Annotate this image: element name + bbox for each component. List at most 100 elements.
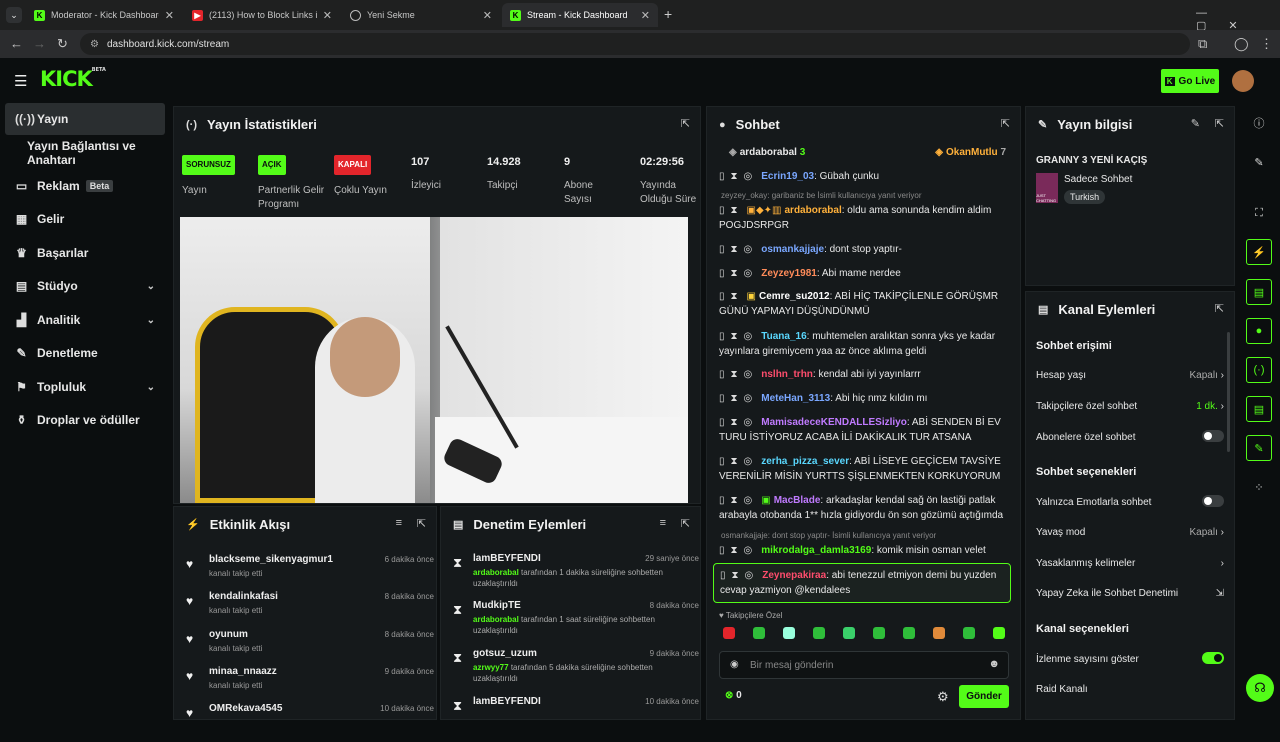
mod-tools-icon[interactable]: ▯⧗◎ xyxy=(719,244,758,255)
toggle-switch[interactable] xyxy=(1202,652,1224,664)
sidebar-item-gelir[interactable]: ▦ Gelir xyxy=(5,203,165,235)
mod-tools-icon[interactable]: ▯⧗◎ xyxy=(719,495,758,506)
setting-account-age[interactable]: Hesap yaşı Kapalı › xyxy=(1036,370,1224,381)
expand-icon[interactable]: ⇱ xyxy=(417,517,426,530)
sidebar-item-reklam[interactable]: ▭ Reklam Beta xyxy=(5,170,165,202)
filter-icon[interactable]: ≡ xyxy=(660,517,666,529)
list-item: ♥ oyunum kanalı takip etti 8 dakika önce xyxy=(186,629,434,653)
hamburger-menu-icon[interactable]: ☰ xyxy=(14,72,27,90)
document-icon[interactable]: ▤ xyxy=(1246,279,1272,305)
setting-raid-channel[interactable]: Raid Kanalı xyxy=(1036,684,1224,695)
chat-input[interactable]: ◉ Bir mesaj gönderin ☻ xyxy=(719,651,1009,679)
layout-icon[interactable]: ⁘ xyxy=(1246,474,1272,500)
tab-close-icon[interactable]: ✕ xyxy=(323,9,332,22)
go-live-button[interactable]: K Go Live xyxy=(1161,69,1219,93)
browser-tab[interactable]: K Moderator - Kick Dashboard ✕ xyxy=(26,3,182,27)
sidebar-item-studyo[interactable]: ▤ Stüdyo ⌄ xyxy=(5,270,165,302)
mod-tools-icon[interactable]: ▯⧗ xyxy=(719,205,744,216)
settings-gear-icon[interactable]: ⚙ xyxy=(937,689,949,705)
browser-tab[interactable]: Yeni Sekme ✕ xyxy=(342,3,500,27)
emote-icon[interactable] xyxy=(843,627,855,639)
browser-tab-active[interactable]: K Stream - Kick Dashboard ✕ xyxy=(502,3,658,27)
tab-search-icon[interactable]: ⌄ xyxy=(6,7,22,23)
emote-icon[interactable] xyxy=(753,627,765,639)
sidebar-item-droplar[interactable]: ⚱ Droplar ve ödüller xyxy=(5,404,165,436)
category-thumbnail[interactable]: JUST CHATTING xyxy=(1036,173,1058,203)
toggle-switch[interactable] xyxy=(1202,495,1224,507)
tab-close-icon[interactable]: ✕ xyxy=(641,9,650,22)
tab-close-icon[interactable]: ✕ xyxy=(483,9,492,22)
sidebar-item-denetleme[interactable]: ✎ Denetleme xyxy=(5,337,165,369)
stream-preview[interactable] xyxy=(180,217,688,503)
sidebar-item-basarilar[interactable]: ♛ Başarılar xyxy=(5,237,165,269)
back-icon[interactable]: ← xyxy=(10,36,23,51)
pinned-user-left[interactable]: ◈ ardaborabal 3 xyxy=(729,147,805,158)
emote-icon[interactable] xyxy=(723,627,735,639)
sidebar-item-topluluk[interactable]: ⚑ Topluluk ⌄ xyxy=(5,371,165,403)
setting-ai-moderation[interactable]: Yapay Zeka ile Sohbet Denetimi ⇲ xyxy=(1036,588,1224,599)
user-avatar[interactable] xyxy=(1232,70,1254,92)
fullscreen-icon[interactable]: ⛶ xyxy=(1246,200,1272,226)
new-tab-button[interactable]: + xyxy=(664,6,672,22)
section-heading: Sohbet erişimi xyxy=(1036,340,1112,352)
emote-icon[interactable] xyxy=(783,627,795,639)
send-button[interactable]: Gönder xyxy=(959,685,1009,708)
mod-tools-icon[interactable]: ▯⧗ xyxy=(719,291,744,302)
reload-icon[interactable]: ↻ xyxy=(57,36,68,52)
tab-close-icon[interactable]: ✕ xyxy=(165,9,174,22)
expand-icon[interactable]: ⇱ xyxy=(1215,302,1224,315)
lightning-icon[interactable]: ⚡ xyxy=(1246,239,1272,265)
profile-icon[interactable]: ◯ xyxy=(1234,36,1249,52)
kick-logo[interactable]: KICKBETA xyxy=(40,67,106,91)
emote-icon[interactable] xyxy=(933,627,945,639)
info-icon[interactable]: ⓘ xyxy=(1246,110,1272,136)
channel-icon[interactable]: ▤ xyxy=(1246,396,1272,422)
emote-icon[interactable] xyxy=(903,627,915,639)
external-link-icon: ⇲ xyxy=(1215,588,1224,599)
window-controls[interactable]: —▢✕ xyxy=(1196,7,1280,32)
mod-tools-icon[interactable]: ▯⧗◎ xyxy=(719,369,758,380)
mod-tools-icon[interactable]: ▯⧗◎ xyxy=(719,331,758,342)
sidebar-item-stream-key[interactable]: Yayın Bağlantısı ve Anahtarı xyxy=(5,137,173,169)
wrench-icon[interactable]: ✎ xyxy=(1246,435,1272,461)
menu-dots-icon[interactable]: ⋮ xyxy=(1260,36,1273,52)
expand-icon[interactable]: ⇱ xyxy=(1215,117,1224,130)
edit-pencil-icon[interactable]: ✎ xyxy=(1191,117,1200,130)
mod-tools-icon[interactable]: ▯⧗◎ xyxy=(720,570,759,581)
emoji-icon[interactable]: ☻ xyxy=(988,658,1000,670)
mod-tools-icon[interactable]: ▯⧗◎ xyxy=(719,393,758,404)
sidebar-item-analitik[interactable]: ▟ Analitik ⌄ xyxy=(5,304,165,336)
chat-bubble-icon[interactable]: ● xyxy=(1246,318,1272,344)
mod-tools-icon[interactable]: ▯⧗◎ xyxy=(719,171,758,182)
browser-tab[interactable]: ▶ (2113) How to Block Links in Ch ✕ xyxy=(184,3,340,27)
emote-icon[interactable] xyxy=(993,627,1005,639)
expand-icon[interactable]: ⇱ xyxy=(1001,117,1010,130)
filter-icon[interactable]: ≡ xyxy=(396,517,402,529)
expand-icon[interactable]: ⇱ xyxy=(681,117,690,130)
setting-banned-words[interactable]: Yasaklanmış kelimeler › xyxy=(1036,558,1224,569)
sidebar-item-yayin[interactable]: ((·)) Yayın xyxy=(5,103,165,135)
extensions-icon[interactable]: ⧉ xyxy=(1198,36,1207,52)
support-headset-icon[interactable]: ☊ xyxy=(1246,674,1274,702)
address-bar[interactable]: ⚙ dashboard.kick.com/stream xyxy=(80,33,1190,55)
document-icon: ▤ xyxy=(453,519,464,531)
expand-icon[interactable]: ⇱ xyxy=(681,517,690,530)
emote-icon[interactable] xyxy=(813,627,825,639)
mod-tools-icon[interactable]: ▯⧗◎ xyxy=(719,268,758,279)
scrollbar[interactable] xyxy=(1227,332,1230,452)
mod-tools-icon[interactable]: ▯⧗◎ xyxy=(719,417,758,428)
broadcast-icon[interactable]: (·) xyxy=(1246,357,1272,383)
toggle-switch[interactable] xyxy=(1202,430,1224,442)
channel-points[interactable]: ⊗ 0 xyxy=(725,690,742,701)
setting-followers-only[interactable]: Takipçilere özel sohbet 1 dk. › xyxy=(1036,401,1224,412)
mod-tools-icon[interactable]: ▯⧗◎ xyxy=(719,545,758,556)
category-name[interactable]: Sadece Sohbet xyxy=(1064,174,1132,185)
edit-pencil-icon[interactable]: ✎ xyxy=(1246,149,1272,175)
site-info-icon[interactable]: ⚙ xyxy=(90,39,99,50)
setting-slow-mode[interactable]: Yavaş mod Kapalı › xyxy=(1036,527,1224,538)
pinned-user-right[interactable]: ◈ OkanMutlu 7 xyxy=(935,147,1006,158)
emote-icon[interactable] xyxy=(873,627,885,639)
forward-icon[interactable]: → xyxy=(33,36,46,51)
mod-tools-icon[interactable]: ▯⧗◎ xyxy=(719,456,758,467)
emote-icon[interactable] xyxy=(963,627,975,639)
